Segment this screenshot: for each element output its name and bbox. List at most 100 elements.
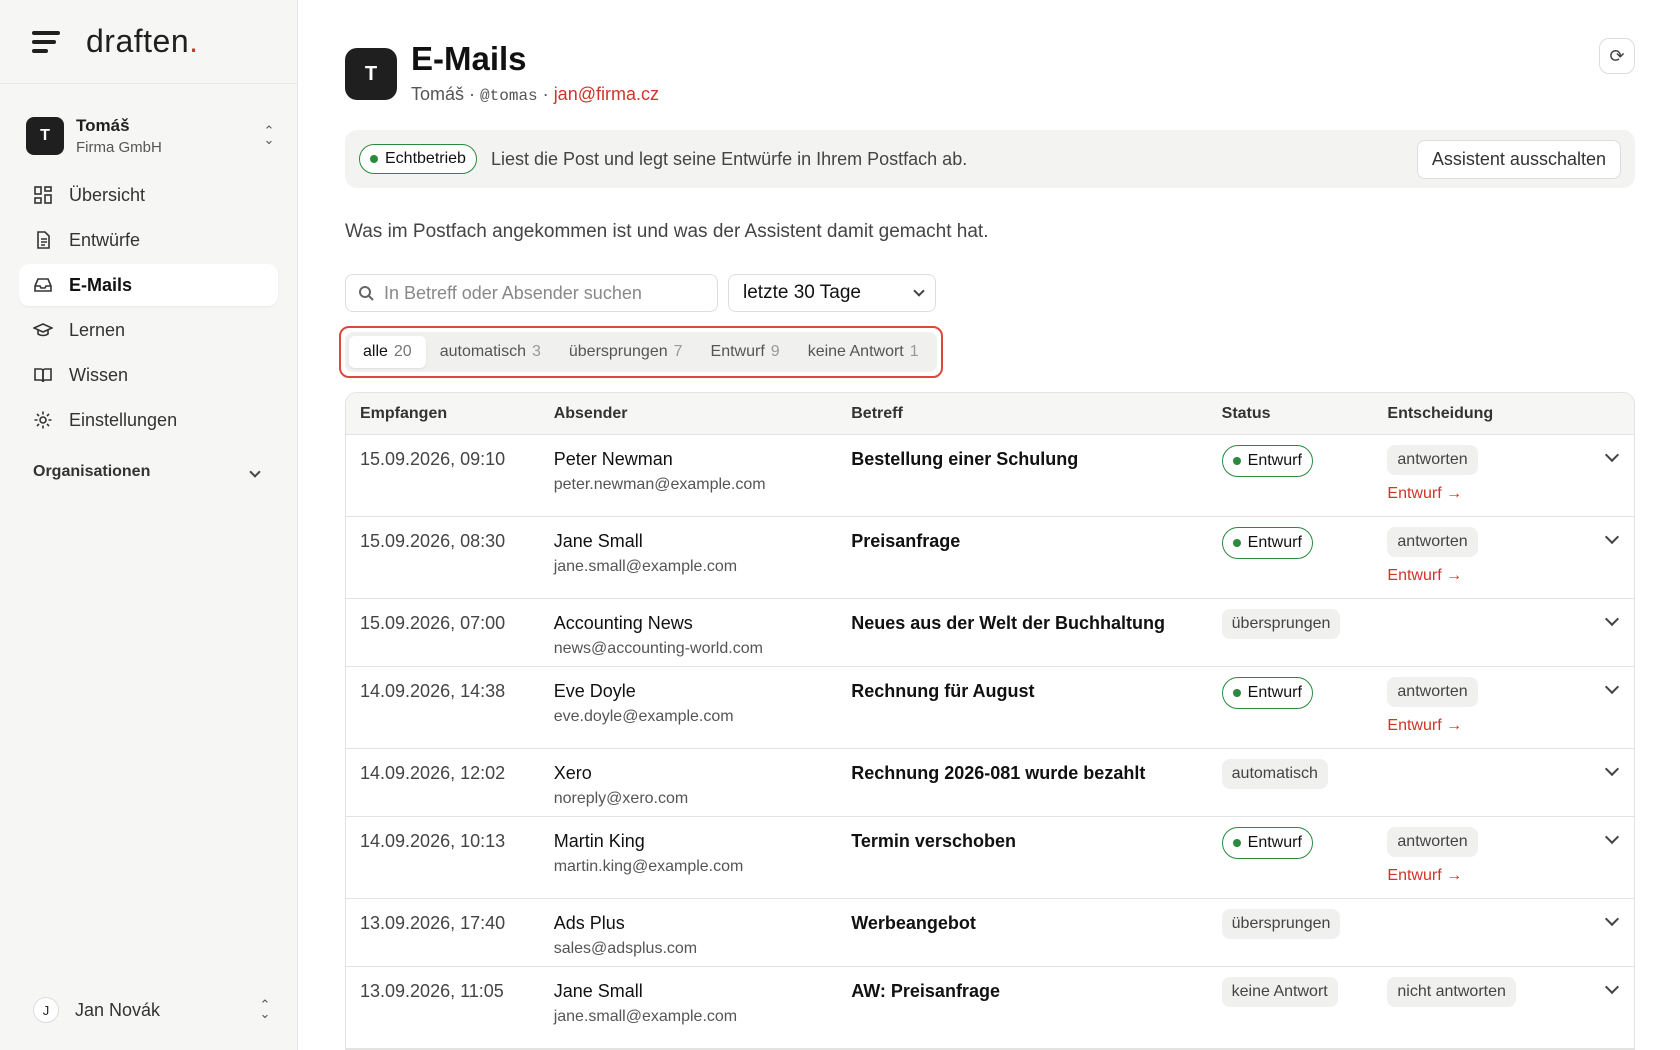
received-date: 14.09.2026, 10:13 <box>360 831 506 851</box>
sender: Xero noreply@xero.com <box>554 749 852 816</box>
sidebar-item-lernen[interactable]: Lernen <box>19 309 278 351</box>
decision-cell <box>1387 599 1607 666</box>
column-header[interactable]: Betreff <box>851 405 1221 423</box>
subject-text: Neues aus der Welt der Buchhaltung <box>851 613 1165 633</box>
refresh-button[interactable]: ⟳ <box>1599 38 1635 74</box>
table-row[interactable]: 13.09.2026, 11:05 Jane Small jane.small@ex… <box>346 967 1634 1049</box>
column-header[interactable]: Entscheidung <box>1387 405 1607 423</box>
subject: Rechnung für August <box>851 667 1221 748</box>
tab-uebersprungen[interactable]: übersprungen 7 <box>555 336 697 368</box>
chevron-updown-icon: ⌃ ⌄ <box>259 997 271 1021</box>
table-row[interactable]: 15.09.2026, 07:00 Accounting News news@acc… <box>346 599 1634 667</box>
sender: Martin King martin.king@example.com <box>554 817 852 898</box>
sender: Eve Doyle eve.doyle@example.com <box>554 667 852 748</box>
open-draft-link[interactable]: Entwurf → <box>1387 867 1607 885</box>
expand-row-button[interactable] <box>1604 967 1634 1048</box>
table-row[interactable]: 15.09.2026, 09:10 Peter Newman peter.newma… <box>346 435 1634 517</box>
date-range-select[interactable]: letzte 30 Tage <box>728 274 936 312</box>
user-menu[interactable]: J Jan Novák ⌃ ⌄ <box>33 990 273 1030</box>
status-badge: keine Antwort <box>1221 977 1338 1007</box>
account-email[interactable]: jan@firma.cz <box>554 84 659 104</box>
status-dot-icon <box>1232 839 1241 847</box>
chevron-down-icon <box>913 285 925 297</box>
expand-row-button[interactable] <box>1604 749 1634 816</box>
chevron-down-icon <box>1604 829 1620 845</box>
tab-alle[interactable]: alle 20 <box>349 336 426 368</box>
subject: Werbeangebot <box>851 899 1221 966</box>
expand-row-button[interactable] <box>1604 667 1634 748</box>
status-dot-icon <box>1232 539 1241 547</box>
sender-email: noreply@xero.com <box>553 790 689 807</box>
sender-name: Martin King <box>553 831 645 851</box>
decision-cell: nicht antworten <box>1387 967 1607 1048</box>
sidebar-item-wissen[interactable]: Wissen <box>19 354 278 396</box>
sender-email: jane.small@example.com <box>553 1008 738 1025</box>
tab-keine-antwort[interactable]: keine Antwort 1 <box>794 336 933 368</box>
received-date: 14.09.2026, 12:02 <box>360 763 506 783</box>
column-header[interactable]: Status <box>1222 405 1388 423</box>
org-switcher[interactable]: T Tomáš Firma GmbH ⌃ ⌄ <box>26 114 277 158</box>
email-table: Empfangen Absender Betreff Status Entsch… <box>345 392 1635 1050</box>
table-row[interactable]: 14.09.2026, 10:13 Martin King martin.king@… <box>346 817 1634 899</box>
chevron-down-icon <box>1604 761 1620 777</box>
grid-icon <box>34 186 52 204</box>
sidebar-item-uebersicht[interactable]: Übersicht <box>19 174 278 216</box>
column-header[interactable]: Absender <box>554 405 852 423</box>
status-badge: Echtbetrieb <box>359 144 477 174</box>
decision-badge: antworten <box>1387 677 1478 707</box>
sidebar-item-einstellungen[interactable]: Einstellungen <box>19 399 278 441</box>
expand-row-button[interactable] <box>1604 817 1634 898</box>
sidebar-item-label: Entwürfe <box>69 229 141 250</box>
org-company: Firma GmbH <box>76 139 162 156</box>
disable-assistant-button[interactable]: Assistent ausschalten <box>1416 139 1621 179</box>
chevron-down-icon <box>249 466 261 478</box>
table-row[interactable]: 14.09.2026, 14:38 Eve Doyle eve.doyle@exam… <box>346 667 1634 749</box>
sidebar-item-emails[interactable]: E-Mails <box>19 264 278 306</box>
subject: Termin verschoben <box>851 817 1221 898</box>
tab-automatisch[interactable]: automatisch 3 <box>426 336 555 368</box>
status-dot-icon <box>1232 689 1241 697</box>
book-icon <box>34 368 52 383</box>
expand-row-button[interactable] <box>1604 517 1634 598</box>
open-draft-link[interactable]: Entwurf → <box>1387 717 1607 735</box>
open-draft-link[interactable]: Entwurf → <box>1387 485 1607 503</box>
search-input[interactable] <box>384 282 704 304</box>
subject-text: AW: Preisanfrage <box>851 981 1000 1001</box>
sidebar-item-label: Wissen <box>69 364 129 385</box>
subject: Bestellung einer Schulung <box>851 435 1221 516</box>
expand-row-button[interactable] <box>1604 435 1634 516</box>
open-draft-link[interactable]: Entwurf → <box>1387 567 1607 585</box>
expand-row-button[interactable] <box>1604 899 1634 966</box>
sender: Jane Small jane.small@example.com <box>554 967 852 1048</box>
column-header[interactable]: Empfangen <box>346 405 554 423</box>
chevron-updown-icon: ⌃ ⌄ <box>263 123 275 147</box>
organisations-section[interactable]: Organisationen <box>33 463 263 481</box>
subject-text: Bestellung einer Schulung <box>851 449 1079 469</box>
received-date: 15.09.2026, 07:00 <box>360 613 506 633</box>
account-handle: @tomas <box>480 87 538 105</box>
sender-name: Ads Plus <box>553 913 625 933</box>
table-row[interactable]: 14.09.2026, 12:02 Xero noreply@xero.com Rec… <box>346 749 1634 817</box>
gear-icon <box>34 411 52 429</box>
chevron-down-icon <box>1604 679 1620 695</box>
expand-row-button[interactable] <box>1604 599 1634 666</box>
received-date: 15.09.2026, 09:10 <box>360 449 506 469</box>
sidebar: draften. T Tomáš Firma GmbH ⌃ ⌄ Übersicht… <box>0 0 298 1050</box>
sidebar-item-entwuerfe[interactable]: Entwürfe <box>19 219 278 261</box>
chevron-down-icon <box>1604 529 1620 545</box>
search-box[interactable] <box>345 274 718 312</box>
subject-text: Preisanfrage <box>851 531 961 551</box>
table-row[interactable]: 13.09.2026, 17:40 Ads Plus sales@adsplus.c… <box>346 899 1634 967</box>
tab-entwurf[interactable]: Entwurf 9 <box>697 336 794 368</box>
menu-icon[interactable] <box>32 30 60 53</box>
subject: AW: Preisanfrage <box>851 967 1221 1048</box>
decision-badge: nicht antworten <box>1387 977 1516 1007</box>
user-name: Jan Novák <box>75 999 161 1020</box>
logo[interactable]: draften. <box>86 23 199 60</box>
tab-filter-highlight: alle 20 automatisch 3 übersprungen 7 Entwur… <box>339 326 943 378</box>
main-content: T E-Mails Tomáš · @tomas · jan@firma.cz … <box>339 0 1635 1050</box>
sender-name: Jane Small <box>553 531 643 551</box>
sender: Accounting News news@accounting-world.com <box>554 599 852 666</box>
status-cell: keine Antwort <box>1221 967 1388 1048</box>
table-row[interactable]: 15.09.2026, 08:30 Jane Small jane.small@ex… <box>346 517 1634 599</box>
